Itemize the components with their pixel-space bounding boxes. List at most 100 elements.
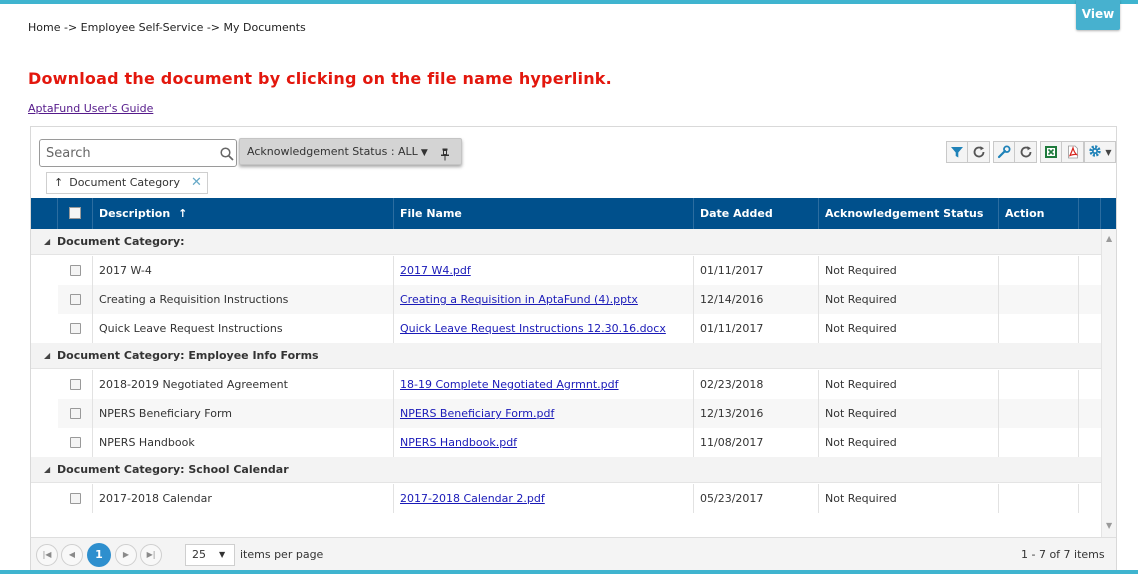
chevron-down-icon: ▼	[420, 148, 428, 158]
collapse-icon[interactable]: ◢	[44, 457, 50, 483]
row-checkbox[interactable]	[70, 408, 81, 419]
row-checkbox[interactable]	[70, 493, 81, 504]
cell-ack-status: Not Required	[819, 285, 999, 314]
next-page-icon[interactable]: ▶	[115, 544, 137, 566]
table-row: 2017-2018 Calendar 2017-2018 Calendar 2.…	[58, 484, 1101, 513]
top-accent-bar	[0, 0, 1138, 4]
scroll-up-icon[interactable]: ▲	[1106, 234, 1112, 243]
pager-info: 1 - 7 of 7 items	[1021, 548, 1105, 561]
collapse-icon[interactable]: ◢	[44, 343, 50, 369]
file-name-link[interactable]: 2017 W4.pdf	[400, 264, 471, 277]
cell-description: NPERS Beneficiary Form	[93, 399, 394, 428]
file-name-link[interactable]: Quick Leave Request Instructions 12.30.1…	[400, 322, 666, 335]
cell-date-added: 12/14/2016	[694, 285, 819, 314]
group-chip-label: Document Category	[69, 176, 180, 189]
file-name-link[interactable]: NPERS Handbook.pdf	[400, 436, 517, 449]
search-icon[interactable]	[220, 146, 234, 161]
filter-icon[interactable]	[946, 141, 968, 163]
pin-icon[interactable]	[440, 145, 450, 161]
table-row: NPERS Handbook NPERS Handbook.pdf 11/08/…	[58, 428, 1101, 457]
grid-toolbar: ▼	[946, 141, 1116, 163]
bottom-accent-bar	[0, 570, 1138, 574]
pdf-icon[interactable]	[1062, 141, 1084, 163]
page-instruction: Download the document by clicking on the…	[28, 69, 612, 88]
cell-ack-status: Not Required	[819, 484, 999, 513]
group-header-row[interactable]: ◢ Document Category: Employee Info Forms	[31, 343, 1101, 369]
row-checkbox[interactable]	[70, 323, 81, 334]
breadcrumb: Home -> Employee Self-Service -> My Docu…	[28, 21, 306, 34]
table-row: 2018-2019 Negotiated Agreement 18-19 Com…	[58, 370, 1101, 399]
cell-action	[999, 428, 1079, 457]
cell-ack-status: Not Required	[819, 428, 999, 457]
scroll-down-icon[interactable]: ▼	[1106, 521, 1112, 530]
pager: |◀ ◀ 1 ▶ ▶| 25 ▼ items per page 1 - 7 of…	[31, 537, 1116, 571]
table-row: Creating a Requisition Instructions Crea…	[58, 285, 1101, 314]
cell-description: 2017-2018 Calendar	[93, 484, 394, 513]
refresh-icon[interactable]	[1015, 141, 1037, 163]
select-all-checkbox[interactable]	[69, 207, 81, 219]
ack-filter-label: Acknowledgement Status : ALL	[247, 145, 418, 158]
cell-ack-status: Not Required	[819, 399, 999, 428]
column-header-date-added[interactable]: Date Added	[694, 198, 819, 229]
refresh-icon[interactable]	[968, 141, 990, 163]
vertical-scrollbar[interactable]: ▲ ▼	[1101, 229, 1116, 537]
column-header-acknowledgement-status[interactable]: Acknowledgement Status	[819, 198, 999, 229]
cell-description: 2017 W-4	[93, 256, 394, 285]
cell-ack-status: Not Required	[819, 256, 999, 285]
table-row: NPERS Beneficiary Form NPERS Beneficiary…	[58, 399, 1101, 428]
acknowledgement-status-filter[interactable]: Acknowledgement Status : ALL ▼	[239, 138, 462, 165]
gear-icon	[1088, 143, 1102, 162]
cell-description: Creating a Requisition Instructions	[93, 285, 394, 314]
row-checkbox[interactable]	[70, 379, 81, 390]
last-page-icon[interactable]: ▶|	[140, 544, 162, 566]
cell-action	[999, 314, 1079, 343]
cell-action	[999, 484, 1079, 513]
page-size-select[interactable]: 25 ▼	[185, 544, 235, 566]
column-header-file-name[interactable]: File Name	[394, 198, 694, 229]
settings-menu[interactable]: ▼	[1084, 141, 1116, 163]
cell-action	[999, 399, 1079, 428]
row-checkbox[interactable]	[70, 294, 81, 305]
file-name-link[interactable]: Creating a Requisition in AptaFund (4).p…	[400, 293, 638, 306]
group-by-chip[interactable]: ↑ Document Category ✕	[46, 172, 208, 194]
cell-description: Quick Leave Request Instructions	[93, 314, 394, 343]
previous-page-icon[interactable]: ◀	[61, 544, 83, 566]
users-guide-link[interactable]: AptaFund User's Guide	[28, 102, 153, 115]
cell-date-added: 12/13/2016	[694, 399, 819, 428]
cell-ack-status: Not Required	[819, 370, 999, 399]
file-name-link[interactable]: NPERS Beneficiary Form.pdf	[400, 407, 554, 420]
current-page-button[interactable]: 1	[87, 543, 111, 567]
cell-date-added: 01/11/2017	[694, 314, 819, 343]
cell-date-added: 05/23/2017	[694, 484, 819, 513]
chevron-down-icon: ▼	[1105, 147, 1112, 157]
first-page-icon[interactable]: |◀	[36, 544, 58, 566]
column-header-description[interactable]: Description ↑	[93, 198, 394, 229]
row-checkbox[interactable]	[70, 265, 81, 276]
file-name-link[interactable]: 2017-2018 Calendar 2.pdf	[400, 492, 545, 505]
cell-description: 2018-2019 Negotiated Agreement	[93, 370, 394, 399]
page-size-label: items per page	[240, 548, 324, 561]
cell-date-added: 02/23/2018	[694, 370, 819, 399]
cell-action	[999, 285, 1079, 314]
table-row: Quick Leave Request Instructions Quick L…	[58, 314, 1101, 343]
chevron-down-icon: ▼	[219, 550, 226, 559]
group-header-row[interactable]: ◢ Document Category: School Calendar	[31, 457, 1101, 483]
file-name-link[interactable]: 18-19 Complete Negotiated Agrmnt.pdf	[400, 378, 619, 391]
grid-body: ◢ Document Category: 2017 W-4 2017 W4.pd…	[31, 229, 1116, 515]
search-box	[39, 139, 237, 167]
column-header-action[interactable]: Action	[999, 198, 1079, 229]
cell-action	[999, 370, 1079, 399]
cell-description: NPERS Handbook	[93, 428, 394, 457]
wrench-icon[interactable]	[993, 141, 1015, 163]
view-button[interactable]: View	[1076, 0, 1120, 30]
sort-ascending-icon: ↑	[178, 207, 188, 220]
search-input[interactable]	[42, 142, 212, 164]
row-checkbox[interactable]	[70, 437, 81, 448]
sort-ascending-icon: ↑	[54, 176, 64, 189]
cell-action	[999, 256, 1079, 285]
excel-icon[interactable]	[1040, 141, 1062, 163]
collapse-icon[interactable]: ◢	[44, 229, 50, 255]
close-icon[interactable]: ✕	[191, 173, 202, 193]
group-header-row[interactable]: ◢ Document Category:	[31, 229, 1101, 255]
grid-header: Description ↑ File Name Date Added Acknow…	[31, 198, 1116, 229]
